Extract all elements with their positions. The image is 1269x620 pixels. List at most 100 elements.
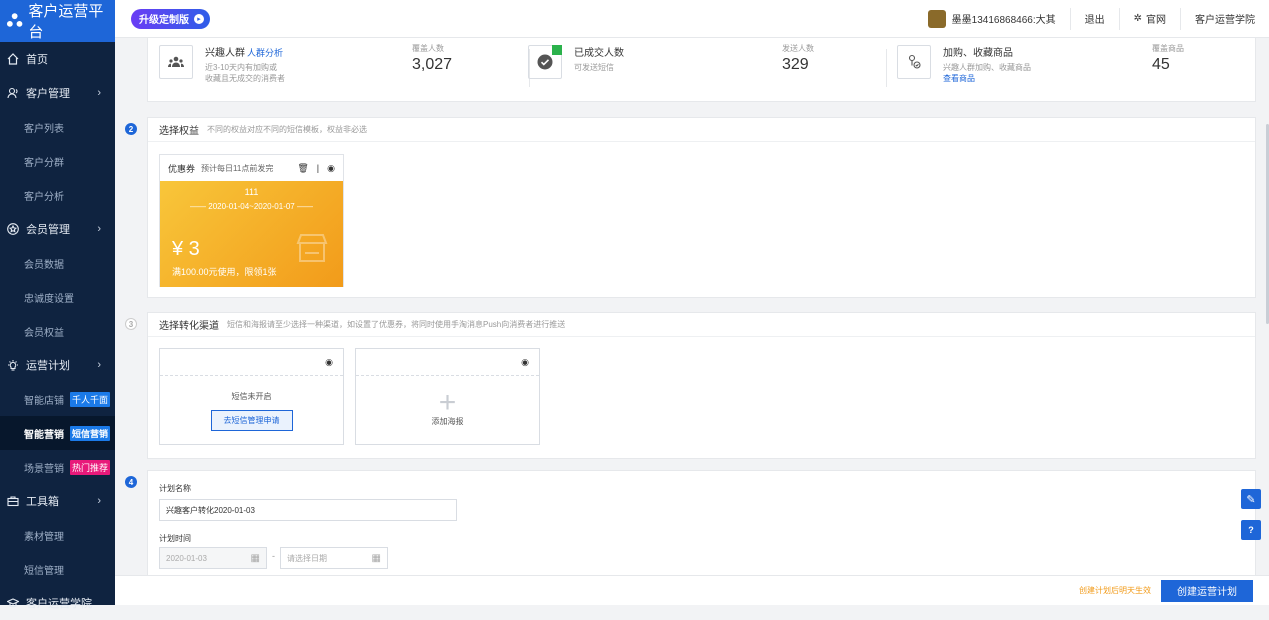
sidebar-item-1[interactable]: 客户管理 › (0, 76, 115, 110)
sidebar-subitem-label: 素材管理 (24, 531, 64, 543)
sidebar-subitem-7[interactable]: 忠诚度设置 (0, 280, 115, 314)
converted-title: 已成交人数 (574, 48, 624, 59)
bulb-icon (6, 358, 20, 372)
coverage-label: 覆盖人数 (412, 44, 444, 53)
coupon-date-range: —— 2020-01-04~2020-01-07 —— (190, 202, 313, 211)
channel-title: 选择转化渠道 (159, 321, 219, 332)
eye-icon[interactable]: ◉ (325, 357, 333, 368)
benefit-desc: 不同的权益对应不同的短信模板，权益非必选 (207, 125, 367, 134)
sidebar-nav: 首页客户管理 › 客户列表客户分群客户分析会员管理 › 会员数据忠诚度设置会员权益运营计… (0, 42, 115, 620)
chevron-right-icon: › (97, 223, 101, 235)
create-plan-button[interactable]: 创建运营计划 (1161, 579, 1253, 602)
sidebar-subitem-label: 智能店铺 (24, 395, 64, 407)
sidebar-subitem-11[interactable]: 智能营销 短信营销 (0, 416, 115, 450)
separator: | (316, 163, 320, 173)
app-logo[interactable]: 客户运营平台 (0, 0, 115, 42)
sidebar-item-0[interactable]: 首页 (0, 42, 115, 76)
sidebar-item-16[interactable]: 客户运营学院 (0, 586, 115, 620)
user-account[interactable]: 墨墨13416868466:大其 (914, 8, 1070, 30)
top-right-menu: 墨墨13416868466:大其 退出 ✲ 官网 客户运营学院 (914, 0, 1269, 37)
coupon-name: 111 (244, 187, 259, 197)
sidebar-subitem-label: 忠诚度设置 (24, 293, 74, 305)
sidebar-subitem-4[interactable]: 客户分析 (0, 178, 115, 212)
sidebar-item-label: 运营计划 (26, 360, 70, 372)
send-count-label: 发送人数 (782, 44, 814, 53)
avatar (927, 9, 946, 28)
coupon-type: 优惠券 (168, 163, 196, 174)
coupon-header: 优惠券 预计每日11点前发完 🗑 | ◉ (160, 155, 343, 181)
sidebar-subitem-15[interactable]: 短信管理 (0, 552, 115, 586)
sidebar-subitem-label: 场景营销 (24, 463, 64, 475)
sidebar-subitem-14[interactable]: 素材管理 (0, 518, 115, 552)
corner-flag-icon (552, 45, 562, 55)
sidebar-subitem-label: 客户分群 (24, 157, 64, 169)
edit-icon[interactable]: ✎ (1241, 489, 1261, 509)
coupon-condition: 满100.00元使用，限领1张 (172, 267, 277, 277)
cart-icon (897, 45, 931, 79)
eye-icon[interactable]: ◉ (327, 163, 335, 174)
plan-form-panel: 计划名称 兴趣客户转化2020-01-03 计划时间 2020-01-03 ▦ … (147, 470, 1256, 575)
sms-status: 短信未开启 (231, 391, 272, 401)
feature-tag: 短信营销 (70, 425, 111, 441)
sidebar-item-5[interactable]: 会员管理 › (0, 212, 115, 246)
view-goods-link[interactable]: 查看商品 (943, 73, 1031, 84)
audience-analysis-link[interactable]: 人群分析 (247, 48, 283, 58)
sidebar-subitem-label: 客户分析 (24, 191, 64, 203)
chevron-right-icon: › (97, 87, 101, 99)
sidebar-subitem-label: 客户列表 (24, 123, 64, 135)
goods-stat-value: 45 (1152, 56, 1170, 73)
top-bar: 升级定制版 ▸ 墨墨13416868466:大其 退出 ✲ 官网 客户运营学院 (115, 0, 1269, 38)
app-title: 客户运营平台 (28, 3, 104, 41)
arrow-right-icon: ▸ (194, 13, 204, 24)
official-site-link[interactable]: ✲ 官网 (1118, 7, 1180, 30)
sidebar-item-9[interactable]: 运营计划 › (0, 348, 115, 382)
sidebar-item-13[interactable]: 工具箱 › (0, 484, 115, 518)
start-date-input[interactable]: 2020-01-03 ▦ (159, 547, 267, 569)
audience-panel: 兴趣人群 人群分析 近3-10天内有加购或 收藏且无成交的消费者 覆盖人数 3,0… (147, 38, 1256, 102)
users-icon (6, 86, 20, 100)
plus-icon: + (438, 386, 457, 419)
interest-desc-2: 收藏且无成交的消费者 (205, 74, 285, 83)
bottom-bar: 创建计划后明天生效 创建运营计划 (115, 575, 1269, 605)
sidebar-subitem-10[interactable]: 智能店铺 千人千面 (0, 382, 115, 416)
logout-link[interactable]: 退出 (1069, 7, 1119, 30)
help-icon[interactable]: ? (1241, 520, 1261, 540)
trash-icon[interactable]: 🗑 (297, 163, 308, 174)
goods-stat-label: 覆盖商品 (1152, 44, 1184, 53)
main-content: 兴趣人群 人群分析 近3-10天内有加购或 收藏且无成交的消费者 覆盖人数 3,0… (115, 38, 1269, 575)
channel-header: 选择转化渠道 短信和海报请至少选择一种渠道，如设置了优惠券，将同时使用手淘消息P… (148, 313, 1255, 337)
graduation-icon (6, 596, 20, 610)
check-icon (528, 45, 562, 79)
academy-link[interactable]: 客户运营学院 (1180, 7, 1269, 30)
end-date-input[interactable]: 请选择日期 ▦ (280, 547, 388, 569)
chevron-right-icon: › (97, 495, 101, 507)
sms-apply-button[interactable]: 去短信管理申请 (210, 409, 293, 431)
sidebar-subitem-label: 会员权益 (24, 327, 64, 339)
channel-panel: 选择转化渠道 短信和海报请至少选择一种渠道，如设置了优惠券，将同时使用手淘消息P… (147, 312, 1256, 459)
upgrade-button[interactable]: 升级定制版 ▸ (131, 8, 210, 29)
plan-name-input[interactable]: 兴趣客户转化2020-01-03 (159, 499, 457, 521)
chevron-right-icon: › (97, 359, 101, 371)
store-icon (296, 234, 328, 262)
sidebar-subitem-3[interactable]: 客户分群 (0, 144, 115, 178)
plan-time-label: 计划时间 (159, 534, 191, 543)
sidebar-subitem-8[interactable]: 会员权益 (0, 314, 115, 348)
eye-icon[interactable]: ◉ (521, 357, 529, 368)
sidebar-subitem-2[interactable]: 客户列表 (0, 110, 115, 144)
sidebar-subitem-6[interactable]: 会员数据 (0, 246, 115, 280)
divider (886, 49, 887, 87)
official-site-label: 官网 (1146, 15, 1166, 26)
date-separator: - (272, 551, 275, 561)
benefit-title: 选择权益 (159, 126, 199, 137)
toolbox-icon (6, 494, 20, 508)
sidebar-subitem-label: 短信管理 (24, 565, 64, 577)
sidebar-item-label: 客户管理 (26, 88, 70, 100)
coupon-card[interactable]: 优惠券 预计每日11点前发完 🗑 | ◉ 111 —— 2020-01-04~2… (159, 154, 344, 287)
coverage-stat: 覆盖人数 3,027 (412, 43, 452, 74)
sidebar-subitem-12[interactable]: 场景营销 热门推荐 (0, 450, 115, 484)
add-poster-label: 添加海报 (431, 417, 464, 426)
user-name: 墨墨13416868466:大其 (951, 15, 1056, 26)
interest-audience-group: 兴趣人群 人群分析 近3-10天内有加购或 收藏且无成交的消费者 (159, 38, 285, 99)
coverage-value: 3,027 (412, 56, 453, 73)
poster-channel-card[interactable]: ◉ + 添加海报 (355, 348, 540, 445)
